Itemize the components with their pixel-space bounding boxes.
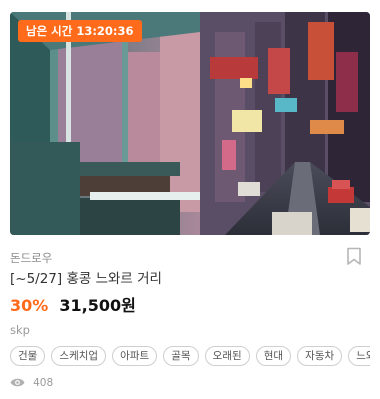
tag-chip[interactable]: 자동차 xyxy=(297,346,343,366)
bookmark-button[interactable] xyxy=(346,247,362,266)
tag-chip[interactable]: 건물 xyxy=(10,346,46,366)
tag-chip[interactable]: 골목 xyxy=(163,346,199,366)
tag-chip[interactable]: 오래된 xyxy=(204,346,250,366)
view-count: 408 xyxy=(10,372,54,389)
file-format: skp xyxy=(10,323,30,337)
product-card[interactable]: 남은 시간 13:20:36 돈드로우 [~5/27] 홍콩 느와르 거리 30… xyxy=(0,0,380,399)
tag-chip[interactable]: 느와르 xyxy=(348,346,370,366)
eye-icon xyxy=(10,378,25,387)
countdown-badge: 남은 시간 13:20:36 xyxy=(18,20,142,42)
sale-price: 31,500원 xyxy=(59,296,136,315)
tag-chip[interactable]: 현대 xyxy=(255,346,292,366)
price-row: 30% 31,500원 xyxy=(10,292,136,315)
shop-row: 돈드로우 xyxy=(10,247,370,265)
views-count: 408 xyxy=(33,376,54,389)
tag-chip[interactable]: 아파트 xyxy=(112,346,158,366)
bookmark-icon xyxy=(347,247,361,265)
shop-name[interactable]: 돈드로우 xyxy=(10,251,52,265)
discount-rate: 30% xyxy=(10,296,49,315)
tag-list: 건물 스케치업 아파트 골목 오래된 현대 자동차 느와르 xyxy=(10,346,370,366)
thumbnail-image xyxy=(10,12,370,235)
product-thumbnail[interactable]: 남은 시간 13:20:36 xyxy=(10,12,370,235)
tag-chip[interactable]: 스케치업 xyxy=(51,346,107,366)
product-title[interactable]: [~5/27] 홍콩 느와르 거리 xyxy=(10,270,162,288)
